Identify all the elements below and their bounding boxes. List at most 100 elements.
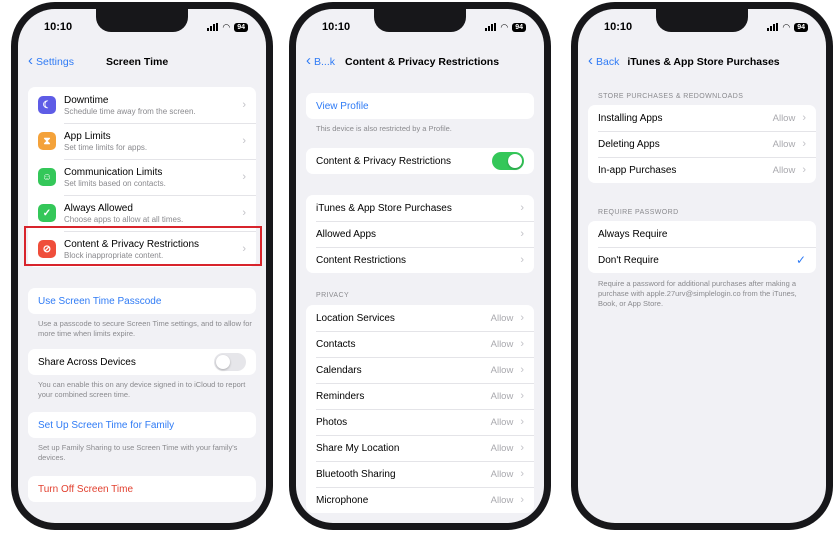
list-item-share-my-location[interactable]: Share My Location Allow › [306, 435, 534, 461]
screen: 10:10 ◠ 94 ‹ Settings Screen Time ☾ Down… [18, 9, 266, 523]
family-footer: Set up Family Sharing to use Screen Time… [38, 443, 238, 462]
page-title: iTunes & App Store Purchases [627, 56, 780, 68]
chevron-right-icon: › [520, 254, 524, 266]
item-label: Content Restrictions [316, 254, 407, 266]
item-label: Photos [316, 416, 348, 428]
item-label: Calendars [316, 364, 362, 376]
list-item-photos[interactable]: Photos Allow › [306, 409, 534, 435]
moon-icon: ☾ [38, 96, 56, 114]
always-require-option[interactable]: Always Require [588, 221, 816, 247]
cellular-signal-icon [207, 23, 219, 31]
view-profile-button[interactable]: View Profile [306, 93, 534, 119]
cellular-signal-icon [767, 23, 779, 31]
chevron-right-icon: › [802, 138, 806, 150]
chevron-left-icon: ‹ [306, 52, 311, 69]
item-title: Downtime [64, 94, 109, 106]
status-time: 10:10 [44, 21, 73, 33]
item-subtitle: Schedule time away from the screen. [64, 106, 196, 116]
dont-require-option[interactable]: Don't Require ✓ [588, 247, 816, 273]
list-item-deleting-apps[interactable]: Deleting Apps Allow › [588, 131, 816, 157]
list-item-itunes-app-store[interactable]: iTunes & App Store Purchases › [306, 195, 534, 221]
item-label: Bluetooth Sharing [316, 468, 396, 480]
family-label: Set Up Screen Time for Family [38, 419, 175, 431]
list-item-app-limits[interactable]: ⧗ App Limits Set time limits for apps. › [28, 123, 256, 159]
back-button[interactable]: ‹ Settings [28, 52, 74, 69]
nav-bar: ‹ Back iTunes & App Store Purchases [588, 53, 816, 71]
back-label: B...k [314, 56, 336, 68]
item-title: App Limits [64, 130, 111, 142]
list-item-installing-apps[interactable]: Installing Apps Allow › [588, 105, 816, 131]
item-subtitle: Set limits based on contacts. [64, 178, 166, 188]
chevron-left-icon: ‹ [28, 52, 33, 69]
item-label: iTunes & App Store Purchases [316, 202, 452, 214]
cellular-signal-icon [485, 23, 497, 31]
item-label: Allowed Apps [316, 228, 377, 240]
battery-icon: 94 [234, 22, 248, 32]
back-label: Back [596, 56, 620, 68]
list-item-in-app-purchases[interactable]: In-app Purchases Allow › [588, 157, 816, 183]
wifi-icon: ◠ [782, 21, 791, 32]
profile-group: View Profile [306, 93, 534, 119]
item-value: Allow [490, 442, 514, 454]
list-item-communication-limits[interactable]: ☺ Communication Limits Set limits based o… [28, 159, 256, 195]
phone-itunes-purchases: 10:10 ◠ 94 ‹ Back iTunes & App Store Pur… [571, 2, 833, 530]
store-header: STORE PURCHASES & REDOWNLOADS [598, 93, 744, 100]
content-privacy-toggle[interactable] [492, 152, 524, 170]
list-item-microphone[interactable]: Microphone Allow › [306, 487, 534, 513]
wifi-icon: ◠ [500, 21, 509, 32]
item-title: Communication Limits [64, 166, 163, 178]
list-item-reminders[interactable]: Reminders Allow › [306, 383, 534, 409]
hourglass-icon: ⧗ [38, 132, 56, 150]
chevron-right-icon: › [802, 164, 806, 176]
item-label: In-app Purchases [598, 164, 677, 176]
list-item-contacts[interactable]: Contacts Allow › [306, 331, 534, 357]
privacy-group: Location Services Allow › Contacts Allow › C… [306, 305, 534, 513]
family-group: Set Up Screen Time for Family [28, 412, 256, 438]
set-up-family-button[interactable]: Set Up Screen Time for Family [28, 412, 256, 438]
option-label: Don't Require [598, 254, 659, 266]
chevron-right-icon: › [520, 416, 524, 428]
chevron-right-icon: › [242, 135, 246, 147]
chevron-right-icon: › [520, 364, 524, 376]
item-title: Always Allowed [64, 202, 133, 214]
passcode-footer: Use a passcode to secure Screen Time set… [38, 319, 252, 338]
item-subtitle: Set time limits for apps. [64, 142, 148, 152]
person-icon: ☺ [38, 168, 56, 186]
item-value: Allow [490, 468, 514, 480]
cpr-toggle-group: Content & Privacy Restrictions [306, 148, 534, 174]
chevron-right-icon: › [520, 338, 524, 350]
passcode-label: Use Screen Time Passcode [38, 295, 162, 307]
use-screen-time-passcode-button[interactable]: Use Screen Time Passcode [28, 288, 256, 314]
chevron-right-icon: › [520, 202, 524, 214]
status-bar: 10:10 ◠ 94 [322, 20, 526, 34]
chevron-right-icon: › [242, 99, 246, 111]
list-item-location-services[interactable]: Location Services Allow › [306, 305, 534, 331]
back-button[interactable]: ‹ B...k [306, 52, 336, 69]
share-group: Share Across Devices [28, 349, 256, 375]
list-item-bluetooth-sharing[interactable]: Bluetooth Sharing Allow › [306, 461, 534, 487]
option-label: Always Require [598, 228, 668, 240]
content-privacy-toggle-row: Content & Privacy Restrictions [306, 148, 534, 174]
chevron-right-icon: › [520, 494, 524, 506]
battery-icon: 94 [512, 22, 526, 32]
restrictions-group: iTunes & App Store Purchases › Allowed Ap… [306, 195, 534, 273]
item-label: Installing Apps [598, 112, 663, 124]
checkmark-icon: ✓ [795, 253, 806, 267]
wifi-icon: ◠ [222, 21, 231, 32]
battery-icon: 94 [794, 22, 808, 32]
screen: 10:10 ◠ 94 ‹ Back iTunes & App Store Pur… [578, 9, 826, 523]
share-across-devices-row: Share Across Devices [28, 349, 256, 375]
list-item-calendars[interactable]: Calendars Allow › [306, 357, 534, 383]
back-button[interactable]: ‹ Back [588, 53, 620, 68]
share-across-devices-toggle[interactable] [214, 353, 246, 371]
turn-off-screen-time-button[interactable]: Turn Off Screen Time [28, 476, 256, 502]
item-subtitle: Choose apps to allow at all times. [64, 214, 184, 224]
list-item-content-restrictions[interactable]: Content Restrictions › [306, 247, 534, 273]
item-value: Allow [490, 312, 514, 324]
passcode-group: Use Screen Time Passcode [28, 288, 256, 314]
item-value: Allow [490, 416, 514, 428]
list-item-downtime[interactable]: ☾ Downtime Schedule time away from the sc… [28, 87, 256, 123]
chevron-right-icon: › [520, 442, 524, 454]
list-item-allowed-apps[interactable]: Allowed Apps › [306, 221, 534, 247]
password-footer: Require a password for additional purcha… [598, 279, 797, 308]
